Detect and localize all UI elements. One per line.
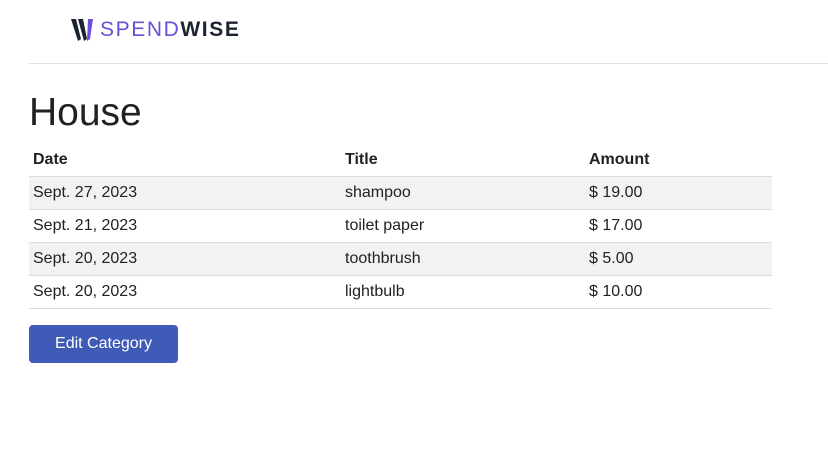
cell-amount: $ 5.00 xyxy=(585,242,772,276)
cell-title: lightbulb xyxy=(341,275,585,309)
logo-spend-text: SPEND xyxy=(100,18,181,41)
table-row: Sept. 20, 2023 toothbrush $ 5.00 xyxy=(29,242,772,276)
table-row: Sept. 27, 2023 shampoo $ 19.00 xyxy=(29,176,772,210)
cell-title: toilet paper xyxy=(341,209,585,243)
spendwise-logo[interactable]: SPENDWISE xyxy=(71,17,240,43)
cell-date: Sept. 27, 2023 xyxy=(29,176,341,210)
edit-category-button[interactable]: Edit Category xyxy=(29,325,178,363)
cell-title: shampoo xyxy=(341,176,585,210)
cell-amount: $ 19.00 xyxy=(585,176,772,210)
cell-amount: $ 10.00 xyxy=(585,275,772,309)
cell-date: Sept. 20, 2023 xyxy=(29,275,341,309)
logo-wise-text: WISE xyxy=(180,18,241,41)
table-header-row: Date Title Amount xyxy=(29,143,772,177)
spendwise-logo-icon xyxy=(71,19,93,41)
cell-date: Sept. 21, 2023 xyxy=(29,209,341,243)
table-row: Sept. 21, 2023 toilet paper $ 17.00 xyxy=(29,209,772,243)
expenses-table: Date Title Amount Sept. 27, 2023 shampoo… xyxy=(29,143,772,309)
top-header: SPENDWISE xyxy=(29,0,828,64)
column-header-date: Date xyxy=(29,143,341,177)
column-header-amount: Amount xyxy=(585,143,772,177)
page-title: House xyxy=(29,91,142,134)
cell-amount: $ 17.00 xyxy=(585,209,772,243)
cell-date: Sept. 20, 2023 xyxy=(29,242,341,276)
logo-wordmark: SPENDWISE xyxy=(100,17,240,43)
column-header-title: Title xyxy=(341,143,585,177)
table-row: Sept. 20, 2023 lightbulb $ 10.00 xyxy=(29,275,772,309)
cell-title: toothbrush xyxy=(341,242,585,276)
